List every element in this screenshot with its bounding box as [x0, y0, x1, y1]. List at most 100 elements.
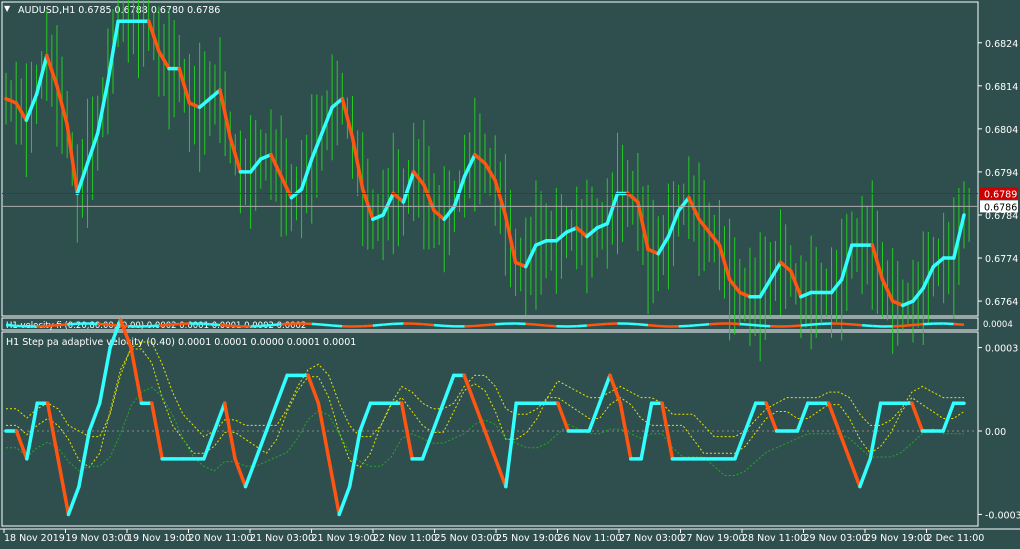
velocity-segment [912, 322, 924, 327]
velocity-segment [709, 322, 720, 326]
indicator-step-segment [118, 318, 133, 350]
indicator-step-segment [358, 401, 373, 433]
indicator-step-segment [306, 373, 321, 405]
indicator-step-segment [504, 401, 518, 489]
indicator-step-segment [608, 373, 623, 405]
velocity-segment [811, 322, 822, 326]
y-tick-label: -0.0003 [985, 510, 1020, 521]
y-tick-label: 0.0003 [985, 344, 1018, 355]
upper-band-line [6, 341, 964, 438]
velocity-segment [56, 323, 68, 327]
velocity-segment [148, 324, 159, 328]
velocity-segment [749, 323, 761, 327]
velocity-segment [851, 323, 863, 327]
x-tick-label: 21 Nov 03:00 [250, 533, 314, 544]
velocity-segment [230, 324, 241, 328]
velocity-strip-lines [5, 322, 965, 328]
velocity-segment [647, 323, 659, 328]
chart-root[interactable]: ▼ AUDUSD,H1 0.6785 0.6788 0.6780 0.6786 … [0, 0, 1020, 549]
indicator-step-segment [910, 401, 925, 433]
velocity-segment [372, 323, 384, 327]
x-tick-label: 25 Nov 03:00 [435, 533, 499, 544]
velocity-segment [209, 322, 221, 327]
x-tick-label: 27 Nov 19:00 [681, 533, 745, 544]
velocity-segment [270, 323, 282, 327]
velocity-segment [107, 323, 119, 327]
velocity-segment [698, 322, 710, 327]
level-price-label: 0.6789 [984, 189, 1017, 200]
mid-band-line [6, 348, 965, 468]
indicator-step-segment [431, 401, 446, 433]
indicator-step-segment [441, 373, 456, 405]
indicator-step-segment [556, 401, 571, 433]
x-tick-label: 21 Nov 19:00 [312, 533, 376, 544]
velocity-segment [923, 322, 934, 326]
indicator-step-segment [202, 429, 217, 461]
indicator-step-segment [868, 401, 883, 461]
indicator-panel-frame [1, 331, 979, 527]
indicator-step-segment [14, 429, 29, 461]
velocity-segment [535, 323, 547, 327]
indicator-step-segment [274, 373, 289, 405]
y-tick-label: 0.6764 [985, 297, 1018, 308]
velocity-segment [362, 324, 373, 328]
velocity-segment [525, 322, 537, 326]
price-bars [5, 0, 970, 362]
velocity-segment [413, 322, 424, 326]
velocity-segment [546, 324, 557, 328]
velocity-segment [688, 323, 700, 328]
indicator-step-segment [347, 429, 362, 489]
indicator-step-segment [795, 401, 810, 433]
x-tick-label: 28 Nov 11:00 [742, 533, 806, 544]
indicator-step-segment [472, 401, 487, 433]
indicator-step-segment [837, 429, 852, 461]
chart-svg: 0.67890.67860.68240.68140.68040.67940.67… [0, 0, 1020, 544]
y-tick-label: 0.6804 [985, 125, 1018, 136]
velocity-segment [199, 322, 210, 326]
velocity-segment [902, 323, 914, 328]
indicator-step-segment [66, 484, 81, 517]
y-tick-label: 0.6774 [985, 254, 1018, 265]
velocity-segment [321, 323, 333, 327]
x-tick-label: 22 Nov 11:00 [373, 533, 437, 544]
velocity-segment [158, 323, 170, 327]
indicator-step-segment [77, 429, 92, 489]
indicator-step-segment [243, 457, 258, 489]
velocity-segment [800, 323, 812, 327]
indicator-step-segment [826, 401, 841, 433]
indicator-step-segment [337, 484, 352, 517]
velocity-segment [495, 322, 506, 326]
velocity-segment [953, 322, 965, 327]
velocity-segment [484, 323, 496, 327]
indicator-step-segment [97, 345, 112, 405]
velocity-segment [311, 322, 323, 326]
indicator-step-segment [233, 457, 248, 489]
velocity-segment [790, 324, 802, 328]
velocity-segment [586, 323, 598, 327]
indicator-step-segment [618, 401, 633, 461]
indicator-step-segment [597, 373, 612, 405]
indicator-step-segment [56, 457, 71, 517]
x-tick-label: 19 Nov 03:00 [66, 533, 130, 544]
price-step-line [4, 19, 966, 308]
velocity-segment [678, 324, 689, 328]
velocity-segment [597, 322, 608, 326]
velocity-segment [97, 322, 109, 326]
x-tick-label: 19 Nov 19:00 [127, 533, 191, 544]
velocity-segment [16, 324, 27, 328]
x-tick-label: 20 Nov 11:00 [189, 533, 253, 544]
velocity-segment [260, 323, 272, 328]
y-tick-label: 0.6824 [985, 39, 1018, 50]
velocity-segment [382, 322, 394, 326]
y-tick-label: 0.6794 [985, 168, 1018, 179]
indicator-step-segment [587, 401, 602, 433]
velocity-segment [219, 323, 231, 328]
velocity-segment [576, 324, 588, 328]
velocity-segment [46, 323, 58, 328]
y-tick-label: 0.6784 [985, 211, 1018, 222]
y-tick-label: 0.00 [985, 427, 1006, 438]
indicator-step-segment [87, 401, 102, 433]
indicator-step-line [4, 318, 966, 517]
indicator-step-segment [327, 457, 341, 517]
indicator-step-segment [858, 457, 873, 489]
